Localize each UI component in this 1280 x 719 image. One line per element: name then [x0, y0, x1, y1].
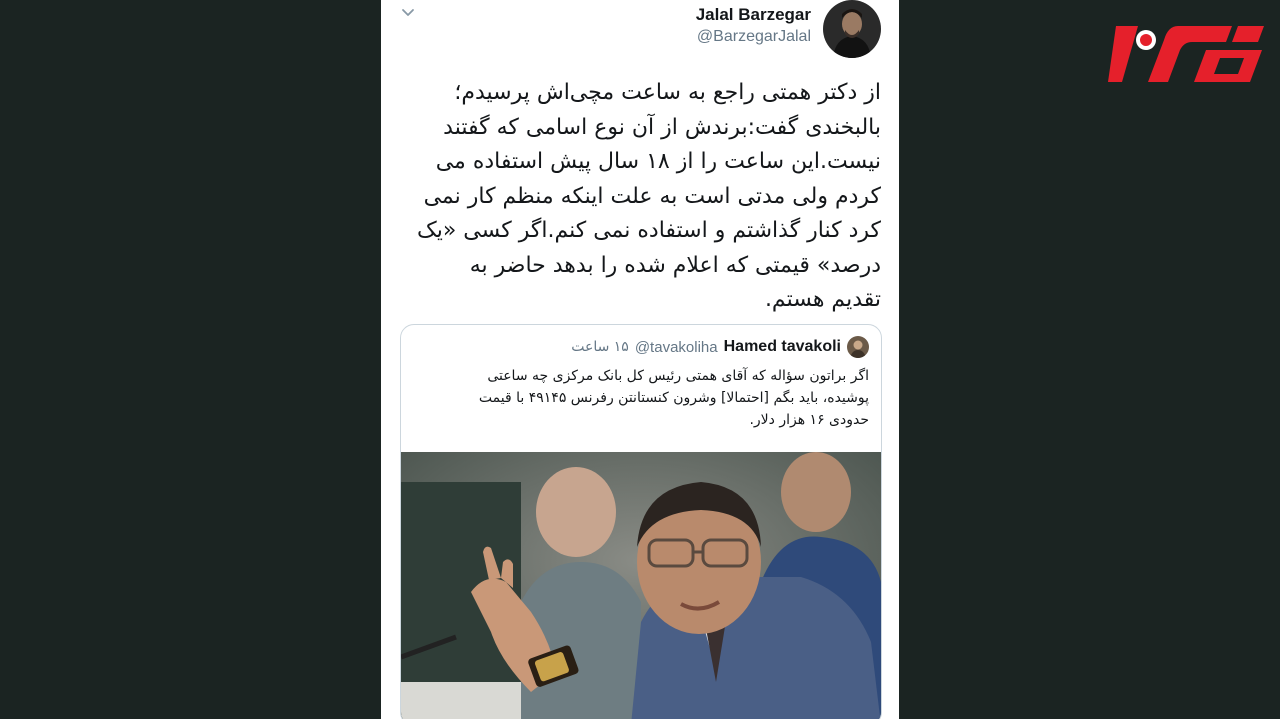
quoted-tweet-header: ۱۵ ساعت @tavakoliha Hamed tavakoli	[571, 335, 869, 359]
site-logo	[1108, 26, 1264, 82]
quoted-author-name[interactable]: Hamed tavakoli	[724, 338, 841, 356]
quoted-tweet-text: اگر براتون سؤاله که آقای همتی رئیس کل با…	[478, 368, 869, 428]
quoted-author-handle[interactable]: @tavakoliha	[635, 339, 718, 356]
author-name[interactable]: Jalal Barzegar	[696, 4, 811, 26]
tweet-card: Jalal Barzegar @BarzegarJalal از دکتر هم…	[381, 0, 899, 719]
quoted-tweet-photo[interactable]	[401, 452, 881, 719]
author-handle[interactable]: @BarzegarJalal	[696, 26, 811, 48]
quoted-tweet-time[interactable]: ۱۵ ساعت	[571, 339, 629, 355]
quoted-avatar[interactable]	[847, 336, 869, 358]
quoted-tweet[interactable]: ۱۵ ساعت @tavakoliha Hamed tavakoli اگر ب…	[400, 324, 882, 719]
chevron-down-icon[interactable]	[399, 4, 417, 22]
tweet-author[interactable]: Jalal Barzegar @BarzegarJalal	[696, 4, 811, 48]
avatar[interactable]	[823, 0, 881, 58]
tweet-text: از دکتر همتی راجع به ساعت مچی‌اش پرسیدم؛…	[417, 80, 881, 312]
